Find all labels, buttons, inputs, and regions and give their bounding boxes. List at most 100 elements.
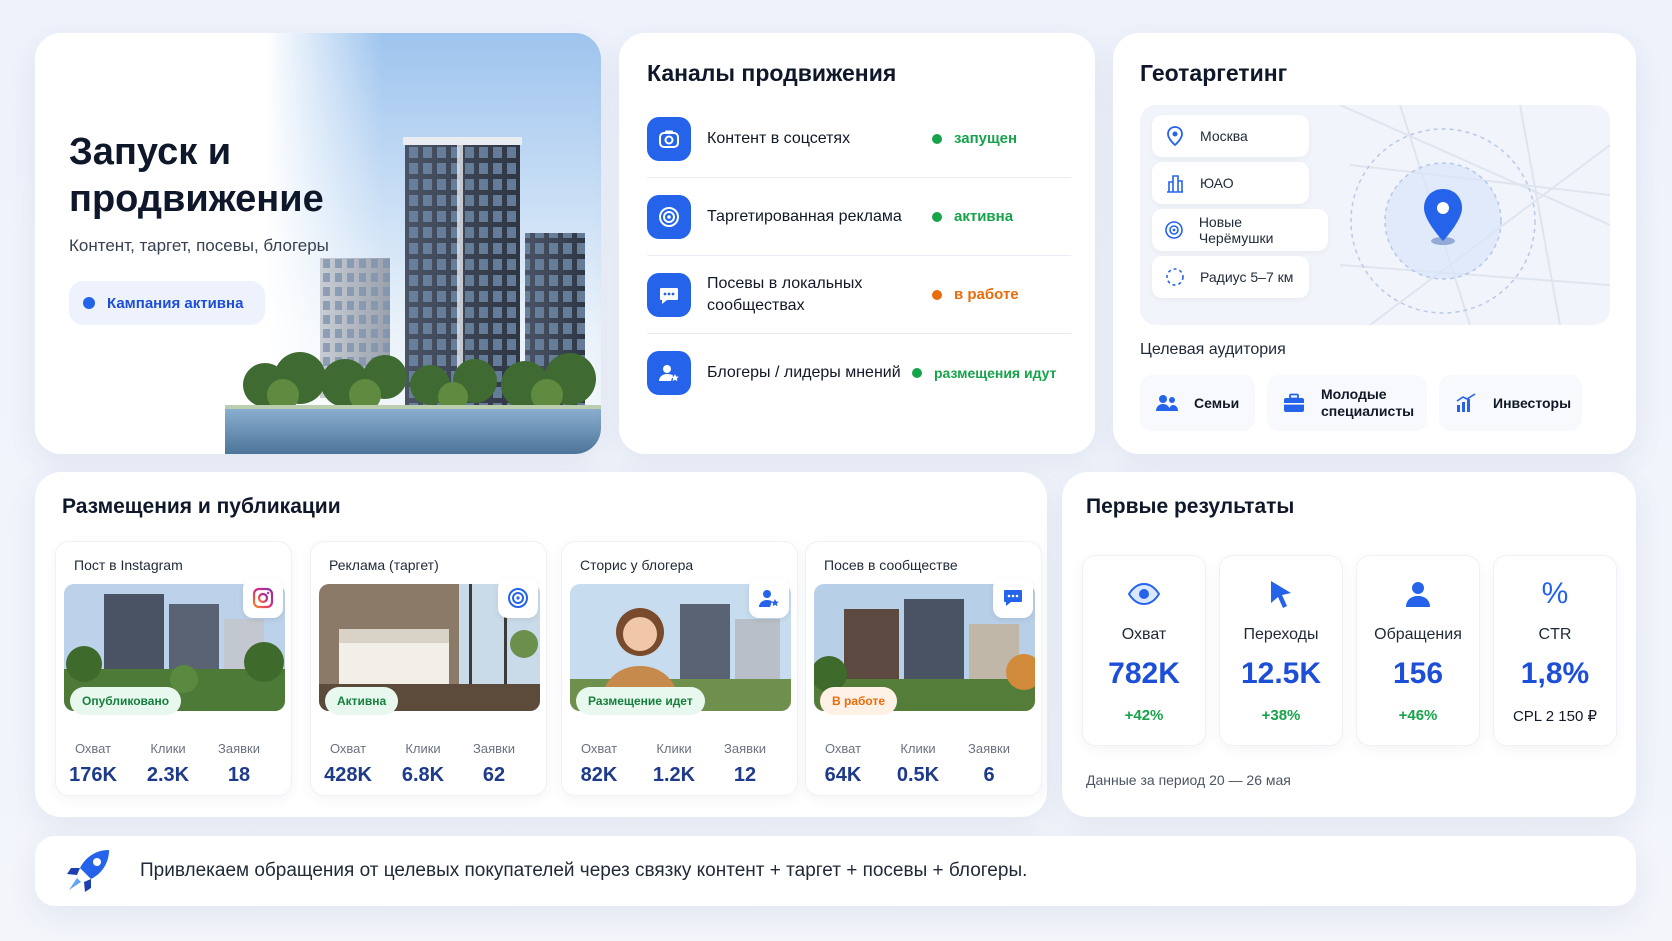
placement-card-target-ads[interactable]: Реклама (таргет) Активна Охват Клики Зая… (310, 541, 547, 796)
results-title: Первые результаты (1086, 495, 1295, 518)
placement-status-badge: Опубликовано (70, 687, 182, 715)
audience-chip-families[interactable]: Семьи (1140, 375, 1255, 431)
result-label: CTR (1538, 626, 1572, 643)
target-icon (1164, 219, 1185, 241)
channel-label: Таргетированная реклама (707, 207, 902, 225)
stat-leads: 62 (482, 764, 506, 786)
target-icon (498, 578, 538, 618)
geotargeting-card: Геотаргетинг Москва ЮАО Новые Черёмушки (1113, 33, 1636, 454)
stat-label: Заявки (968, 741, 1010, 756)
results-period-note: Данные за период 20 — 26 мая (1086, 772, 1291, 788)
placement-card-blogger-story[interactable]: Сторис у блогера Размещение идет Охват К… (561, 541, 798, 796)
placement-status-badge: В работе (820, 687, 897, 715)
audience-chip-investors[interactable]: Инвесторы (1439, 375, 1582, 431)
result-inquiries[interactable]: Обращения 156 +46% (1356, 555, 1480, 746)
result-delta: +46% (1398, 707, 1438, 724)
rocket-icon (65, 848, 113, 899)
channel-label: Посевы в локальных сообществах (707, 274, 863, 314)
family-icon (1154, 390, 1180, 416)
placement-title: Посев в сообществе (824, 557, 958, 573)
result-delta: +42% (1124, 707, 1164, 724)
camera-icon (647, 116, 691, 161)
stat-label: Охват (580, 741, 618, 756)
status-dot-icon (932, 133, 942, 144)
placement-card-instagram[interactable]: Пост в Instagram Опубликовано Охват Клик… (55, 541, 292, 796)
result-reach[interactable]: Охват 782K +42% (1082, 555, 1206, 746)
stat-leads: 18 (227, 764, 251, 786)
channel-row-target-ads[interactable]: Таргетированная реклама активна (647, 178, 1071, 256)
status-dot-icon (932, 211, 942, 222)
channel-label: Блогеры / лидеры мнений (707, 364, 901, 381)
campaign-status-badge[interactable]: Кампания активна (69, 281, 265, 325)
placement-title: Сторис у блогера (580, 557, 694, 573)
stat-label: Клики (405, 741, 441, 756)
channel-status: активна (932, 208, 1013, 225)
stat-label: Клики (900, 741, 936, 756)
placement-title: Пост в Instagram (74, 557, 183, 573)
stat-label: Охват (824, 741, 862, 756)
chat-icon (647, 272, 691, 317)
channels-card: Каналы продвижения Контент в соцсетях за… (619, 33, 1095, 454)
stat-label: Охват (329, 741, 367, 756)
stat-reach: 64K (824, 764, 862, 786)
instagram-icon (243, 578, 283, 618)
stat-label: Заявки (473, 741, 515, 756)
status-dot-icon (83, 297, 95, 309)
geo-chip-radius[interactable]: Радиус 5–7 км (1152, 256, 1309, 298)
result-cpl: CPL 2 150 ₽ (1512, 708, 1598, 725)
audience-chip-young-professionals[interactable]: Молодые специалисты (1267, 375, 1427, 431)
result-label: Обращения (1374, 626, 1462, 643)
cursor-icon (1220, 576, 1342, 612)
hero-card: Запуск и продвижение Контент, таргет, по… (35, 33, 601, 454)
hero-subtitle: Контент, таргет, посевы, блогеры (69, 236, 329, 255)
result-value: 782K (1108, 657, 1180, 690)
audience-title: Целевая аудитория (1140, 341, 1286, 358)
geo-chip-neighborhood[interactable]: Новые Черёмушки (1152, 209, 1328, 251)
stat-label: Заявки (724, 741, 766, 756)
results-card: Первые результаты Охват 782K +42% Перехо… (1062, 472, 1636, 817)
geo-chip-city[interactable]: Москва (1152, 115, 1309, 157)
placements-title: Размещения и публикации (62, 495, 341, 518)
briefcase-icon (1281, 390, 1307, 416)
channel-status: запущен (932, 130, 1017, 147)
hero-title: Запуск и продвижение (69, 131, 324, 220)
radius-icon (1164, 266, 1186, 288)
placement-card-community-seeding[interactable]: Посев в сообществе В работе Охват Клики … (805, 541, 1042, 796)
result-label: Переходы (1243, 626, 1319, 643)
stat-clicks: 2.3K (146, 764, 190, 786)
target-icon (647, 194, 691, 239)
growth-chart-icon (1453, 390, 1479, 416)
geo-chip-district[interactable]: ЮАО (1152, 162, 1309, 204)
result-clicks[interactable]: Переходы 12.5K +38% (1219, 555, 1343, 746)
blogger-icon (749, 578, 789, 618)
channel-status: размещения идут (912, 365, 1056, 381)
blogger-icon (647, 351, 691, 395)
status-dot-icon (932, 289, 942, 300)
channel-row-social[interactable]: Контент в соцсетях запущен (647, 100, 1071, 178)
stat-reach: 428K (324, 764, 372, 786)
stat-leads: 6 (983, 764, 995, 786)
channels-title: Каналы продвижения (647, 60, 897, 86)
channel-status: в работе (932, 286, 1019, 303)
user-icon (1357, 576, 1479, 612)
placements-card: Размещения и публикации Пост в Instagram… (35, 472, 1047, 817)
status-dot-icon (912, 368, 922, 378)
geo-map[interactable]: Москва ЮАО Новые Черёмушки Радиус 5–7 км (1140, 105, 1610, 325)
result-value: 12.5K (1240, 657, 1322, 690)
channel-label: Контент в соцсетях (707, 129, 851, 147)
percent-icon: % (1541, 577, 1569, 610)
stat-reach: 82K (580, 764, 618, 786)
channel-row-local-communities[interactable]: Посевы в локальных сообществах в работе (647, 256, 1071, 334)
stat-label: Заявки (218, 741, 260, 756)
stat-clicks: 0.5K (896, 764, 940, 786)
stat-label: Клики (656, 741, 692, 756)
chat-icon (993, 578, 1033, 618)
pin-icon (1164, 125, 1186, 147)
placement-status-badge: Активна (325, 687, 399, 715)
result-delta: +38% (1261, 707, 1301, 724)
channel-row-bloggers[interactable]: Блогеры / лидеры мнений размещения идут (647, 334, 1071, 412)
stat-clicks: 6.8K (401, 764, 445, 786)
result-ctr[interactable]: % CTR 1,8% CPL 2 150 ₽ (1493, 555, 1617, 746)
building-icon (1164, 172, 1186, 194)
result-label: Охват (1121, 626, 1167, 643)
